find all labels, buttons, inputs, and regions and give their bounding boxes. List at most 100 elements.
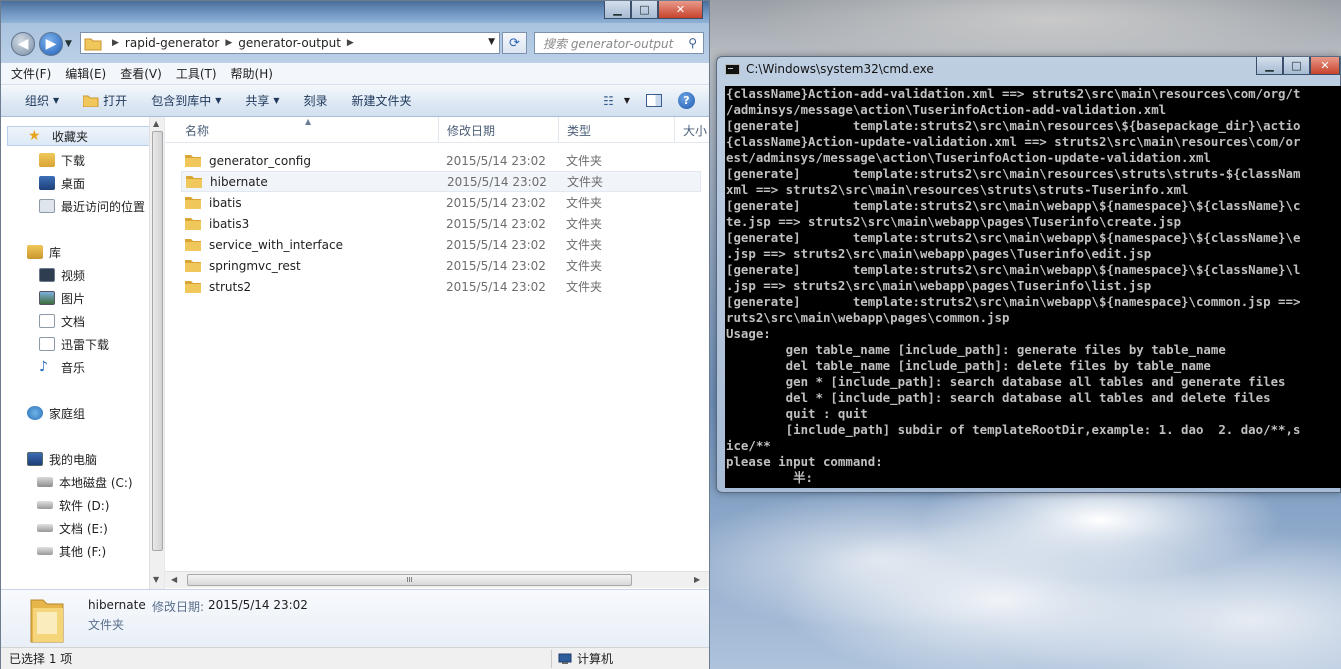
breadcrumb-separator-icon[interactable]: ▶	[347, 38, 354, 48]
nav-drive-c[interactable]: 本地磁盘 (C:)	[37, 472, 133, 492]
nav-xunlei-downloads[interactable]: 迅雷下载	[39, 334, 109, 354]
maximize-button[interactable]: □	[631, 1, 658, 19]
nav-recent-places[interactable]: 最近访问的位置	[39, 196, 145, 216]
nav-drive-c-label: 本地磁盘 (C:)	[59, 475, 133, 490]
nav-downloads[interactable]: 下载	[39, 150, 85, 170]
scroll-grip: III	[406, 576, 413, 584]
console-line: Usage:	[726, 326, 771, 341]
nav-documents[interactable]: 文档	[39, 311, 85, 331]
scroll-thumb[interactable]: III	[187, 574, 632, 586]
file-row[interactable]: struts2 2015/5/14 23:02 文件夹	[181, 276, 701, 297]
share-button[interactable]: 共享 ▼	[245, 92, 279, 109]
file-row[interactable]: ibatis3 2015/5/14 23:02 文件夹	[181, 213, 701, 234]
file-row[interactable]: springmvc_rest 2015/5/14 23:02 文件夹	[181, 255, 701, 276]
menu-help[interactable]: 帮助(H)	[231, 65, 273, 82]
search-icon[interactable]: ⚲	[688, 36, 697, 50]
folder-icon	[84, 38, 102, 50]
file-date: 2015/5/14 23:02	[447, 174, 547, 189]
command-bar: 组织 ▼ 打开 包含到库中 ▼ 共享 ▼ 刻录 新建文件夹 ☷ ▼ ?	[1, 85, 709, 117]
file-type: 文件夹	[567, 175, 604, 189]
scroll-left-icon[interactable]: ◀	[171, 575, 177, 584]
breadcrumb-separator-icon[interactable]: ▶	[225, 38, 232, 48]
cmd-titlebar[interactable]: C:\Windows\system32\cmd.exe	[725, 62, 934, 76]
chevron-down-icon: ▼	[215, 96, 222, 105]
scroll-right-icon[interactable]: ▶	[694, 575, 700, 584]
file-name: hibernate	[210, 174, 268, 189]
computer-icon	[27, 452, 43, 466]
nav-drive-e-label: 文档 (E:)	[59, 521, 108, 536]
nav-computer[interactable]: 我的电脑	[27, 449, 97, 469]
console-line: [generate] template:struts2\src\main\web…	[726, 230, 1301, 245]
nav-homegroup[interactable]: 家庭组	[27, 403, 85, 423]
menu-edit[interactable]: 编辑(E)	[65, 65, 106, 82]
drive-icon	[37, 547, 53, 555]
open-button[interactable]: 打开	[83, 92, 127, 109]
column-size[interactable]: 大小	[675, 117, 709, 143]
scroll-thumb[interactable]	[152, 131, 163, 551]
navigation-pane: ★ 收藏夹 下载 桌面 最近访问的位置 库 视频 图片 文档 迅雷下载 ♪ 音乐…	[1, 117, 165, 589]
minimize-button[interactable]: ▁	[604, 1, 631, 19]
help-icon[interactable]: ?	[678, 92, 695, 109]
star-icon: ★	[28, 128, 41, 144]
nav-libraries[interactable]: 库	[27, 242, 61, 262]
console-output[interactable]: {className}Action-add-validation.xml ==>…	[725, 86, 1341, 488]
close-button[interactable]: ✕	[658, 1, 703, 19]
file-row[interactable]: generator_config 2015/5/14 23:02 文件夹	[181, 150, 701, 171]
file-row[interactable]: ibatis 2015/5/14 23:02 文件夹	[181, 192, 701, 213]
nav-pictures[interactable]: 图片	[39, 288, 85, 308]
nav-drive-f[interactable]: 其他 (F:)	[37, 541, 106, 561]
chevron-down-icon[interactable]: ▼	[624, 96, 630, 105]
scroll-up-icon[interactable]: ▲	[153, 119, 159, 128]
maximize-button[interactable]: □	[1283, 57, 1310, 75]
column-date[interactable]: 修改日期	[439, 117, 559, 143]
file-row[interactable]: service_with_interface 2015/5/14 23:02 文件夹	[181, 234, 701, 255]
file-row[interactable]: hibernate 2015/5/14 23:02 文件夹	[181, 171, 701, 192]
address-bar[interactable]: ▶ rapid-generator ▶ generator-output ▶ ▼	[80, 32, 500, 54]
organize-button[interactable]: 组织 ▼	[25, 92, 59, 109]
file-date: 2015/5/14 23:02	[446, 195, 546, 210]
scroll-down-icon[interactable]: ▼	[153, 575, 159, 584]
navigation-scrollbar[interactable]: ▲ ▼	[149, 117, 164, 589]
nav-videos[interactable]: 视频	[39, 265, 85, 285]
menu-view[interactable]: 查看(V)	[120, 65, 162, 82]
address-dropdown-icon[interactable]: ▼	[488, 37, 495, 47]
nav-favorites-label: 收藏夹	[52, 129, 89, 144]
nav-desktop[interactable]: 桌面	[39, 173, 85, 193]
forward-button[interactable]: ▶	[39, 32, 63, 56]
search-input[interactable]: 搜索 generator-output ⚲	[534, 32, 704, 54]
nav-drive-d[interactable]: 软件 (D:)	[37, 495, 109, 515]
burn-button[interactable]: 刻录	[304, 92, 328, 109]
file-type: 文件夹	[566, 196, 603, 210]
view-options-icon[interactable]: ☷	[603, 94, 614, 108]
explorer-titlebar[interactable]: ▁ □ ✕	[1, 1, 709, 23]
menu-tools[interactable]: 工具(T)	[176, 65, 217, 82]
xunlei-folder-icon	[39, 337, 55, 351]
breadcrumb-rapid-generator[interactable]: rapid-generator	[125, 36, 219, 50]
file-list-pane: 名称 ▲ 修改日期 类型 大小 generator_config 2015/5/1…	[165, 117, 709, 589]
minimize-button[interactable]: ▁	[1256, 57, 1283, 75]
sort-ascending-icon: ▲	[305, 117, 312, 126]
preview-pane-icon[interactable]	[646, 94, 662, 107]
refresh-button[interactable]: ⟳	[502, 32, 527, 54]
horizontal-scrollbar[interactable]: ◀ III ▶	[165, 571, 709, 588]
breadcrumb-generator-output[interactable]: generator-output	[238, 36, 341, 50]
console-text: {className}Action-add-validation.xml ==>…	[725, 86, 1341, 486]
nav-music[interactable]: ♪ 音乐	[39, 357, 85, 377]
computer-icon	[558, 653, 572, 664]
console-line: te.jsp ==> struts2\src\main\webapp\pages…	[726, 214, 1182, 229]
back-button[interactable]: ◀	[11, 32, 35, 56]
new-folder-button[interactable]: 新建文件夹	[352, 92, 412, 109]
open-folder-icon	[83, 95, 99, 107]
close-button[interactable]: ✕	[1310, 57, 1340, 75]
file-name: ibatis3	[209, 216, 250, 231]
details-pane: hibernate 修改日期: 2015/5/14 23:02 文件夹	[1, 589, 709, 647]
column-type[interactable]: 类型	[559, 117, 675, 143]
open-label: 打开	[103, 94, 128, 108]
recent-pages-dropdown-icon[interactable]: ▼	[65, 39, 72, 49]
menu-file[interactable]: 文件(F)	[11, 65, 51, 82]
column-name-label: 名称	[185, 123, 210, 138]
include-in-library-button[interactable]: 包含到库中 ▼	[151, 92, 221, 109]
nav-favorites[interactable]: ★ 收藏夹	[7, 126, 152, 146]
nav-drive-e[interactable]: 文档 (E:)	[37, 518, 108, 538]
breadcrumb-separator-icon[interactable]: ▶	[112, 38, 119, 48]
